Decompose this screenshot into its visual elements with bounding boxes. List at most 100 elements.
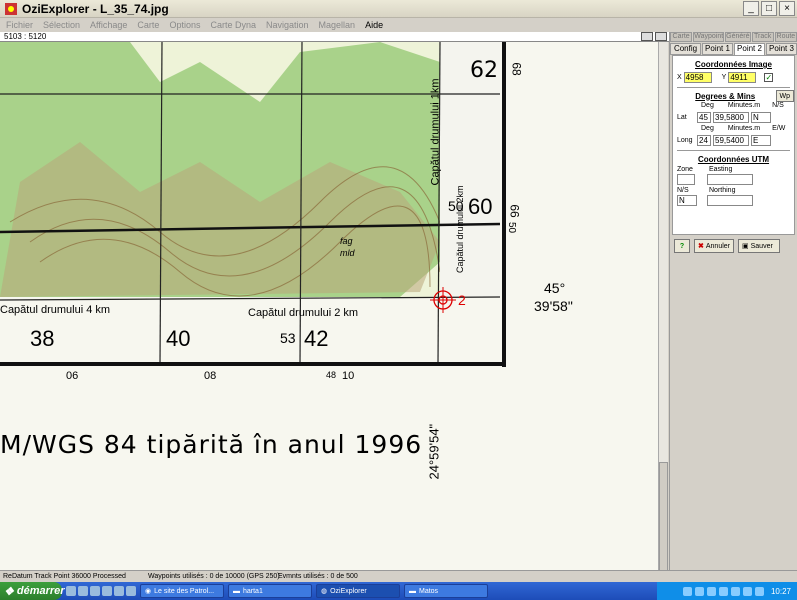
minimize-button[interactable]: _ xyxy=(743,1,759,16)
start-label: démarrer xyxy=(16,585,65,597)
start-button[interactable]: ❖ démarrer xyxy=(0,582,65,600)
toolbar-icon-2[interactable] xyxy=(655,32,667,41)
y-label: Y xyxy=(721,74,727,81)
ns-header: N/S xyxy=(772,102,784,109)
zone-label: Zone xyxy=(677,166,693,173)
task-oziexplorer[interactable]: ◍ OziExplorer xyxy=(316,584,400,598)
map-view[interactable]: 62 68 50 60 50 66 38 40 53 42 06 08 48 1… xyxy=(0,42,668,570)
tray-icon-5[interactable] xyxy=(730,586,740,596)
tray-icon-2[interactable] xyxy=(694,586,704,596)
lat-minutes: 39'58" xyxy=(534,298,573,314)
lat-degrees: 45° xyxy=(544,280,566,296)
task-patrol[interactable]: ◉ Le site des Patrol... xyxy=(140,584,224,598)
grid-label-68: 68 xyxy=(509,62,524,76)
menu-bar: Fichier Sélection Affichage Carte Option… xyxy=(0,18,797,32)
menu-carte[interactable]: Carte xyxy=(137,20,159,30)
quicklaunch-icon-5[interactable] xyxy=(114,586,124,596)
y-field[interactable]: 4911 xyxy=(728,72,757,83)
northing-field[interactable] xyxy=(707,195,753,206)
quicklaunch-icon-6[interactable] xyxy=(126,586,136,596)
tray-icon-1[interactable] xyxy=(682,586,692,596)
tab-track[interactable]: Track xyxy=(751,32,774,42)
task-harta1[interactable]: ▬ harta1 xyxy=(228,584,312,598)
toolbar-icon-1[interactable] xyxy=(641,32,653,41)
tab-point-1[interactable]: Point 1 xyxy=(702,43,733,55)
title-bar: OziExplorer - L_35_74.jpg _ □ × xyxy=(0,0,797,18)
point-tabs: Config Point 1 Point 2 Point 3 xyxy=(670,43,797,55)
grid-label-53: 53 xyxy=(280,330,296,346)
help-button[interactable]: ? xyxy=(674,239,690,253)
zone-field[interactable] xyxy=(677,174,695,185)
tab-carte[interactable]: Carte xyxy=(670,32,693,42)
lat-ns-select[interactable]: N xyxy=(751,112,771,123)
cancel-button[interactable]: ✖ Annuler xyxy=(694,239,734,253)
tab-waypoint[interactable]: Waypoint xyxy=(693,32,725,42)
x-field[interactable]: 4958 xyxy=(683,72,712,83)
lat-deg-field[interactable]: 45 xyxy=(697,112,711,123)
system-tray: 10:27 xyxy=(657,582,797,600)
quick-launch xyxy=(66,586,136,596)
grid-label-48: 48 xyxy=(326,370,337,380)
maximize-button[interactable]: □ xyxy=(761,1,777,16)
tab-point-3[interactable]: Point 3 xyxy=(766,43,797,55)
lat-min-field[interactable]: 39,5800 xyxy=(713,112,749,123)
road-label-4km: Capătul drumului 4 km xyxy=(0,304,111,316)
quicklaunch-icon-2[interactable] xyxy=(78,586,88,596)
road-label-2km-vertical: Capătul drumului 2km xyxy=(455,185,465,273)
task-matos[interactable]: ▬ Matos xyxy=(404,584,488,598)
long-deg-field[interactable]: 24 xyxy=(697,135,711,146)
quicklaunch-icon-1[interactable] xyxy=(66,586,76,596)
grid-label-10: 10 xyxy=(342,370,355,382)
min-header-2: Minutes.m xyxy=(727,125,761,132)
quicklaunch-icon-4[interactable] xyxy=(102,586,112,596)
clock: 10:27 xyxy=(770,586,791,596)
long-min-field[interactable]: 59,5400 xyxy=(713,135,749,146)
grid-label-62: 62 xyxy=(470,58,498,83)
menu-magellan[interactable]: Magellan xyxy=(319,20,356,30)
menu-options[interactable]: Options xyxy=(169,20,200,30)
save-button[interactable]: ▣ Sauver xyxy=(738,239,780,253)
floppy-icon: ▣ xyxy=(742,243,749,250)
save-label: Sauver xyxy=(750,242,773,250)
calibration-marker-label: 2 xyxy=(458,292,466,308)
scrollbar-thumb[interactable] xyxy=(659,462,668,582)
wp-button[interactable]: Wp xyxy=(775,90,794,102)
menu-navigation[interactable]: Navigation xyxy=(266,20,309,30)
deg-header: Deg xyxy=(701,102,714,109)
tab-point-2[interactable]: Point 2 xyxy=(734,43,765,55)
tray-icon-6[interactable] xyxy=(742,586,752,596)
tab-genere[interactable]: Généré xyxy=(725,32,751,42)
vertical-scrollbar[interactable] xyxy=(658,42,668,582)
easting-field[interactable] xyxy=(707,174,753,185)
long-ew-select[interactable]: E xyxy=(751,135,771,146)
lat-label: Lat xyxy=(677,114,687,121)
ns-select[interactable]: N xyxy=(677,195,697,206)
close-button[interactable]: × xyxy=(779,1,795,16)
tab-route[interactable]: Route xyxy=(774,32,797,42)
forest-label-fag: fag xyxy=(340,236,353,246)
tray-icon-3[interactable] xyxy=(706,586,716,596)
x-icon: ✖ xyxy=(698,243,704,250)
folder-icon-2: ▬ xyxy=(409,587,416,595)
menu-aide[interactable]: Aide xyxy=(365,20,383,30)
task-matos-label: Matos xyxy=(419,587,439,595)
taskbar: ❖ démarrer ◉ Le site des Patrol... ▬ harta1… xyxy=(0,582,797,600)
status-left: ReDatum Track Point 36000 Processed xyxy=(3,573,126,580)
image-coords-title: Coordonnées Image xyxy=(695,60,772,69)
point-2-page: Coordonnées Image X 4958 Y 4911 ✓ Degree… xyxy=(672,55,795,235)
menu-carte-dyna[interactable]: Carte Dyna xyxy=(210,20,256,30)
menu-fichier[interactable]: Fichier xyxy=(6,20,33,30)
active-checkbox[interactable]: ✓ xyxy=(764,73,774,82)
tray-icon-4[interactable] xyxy=(718,586,728,596)
tray-icon-7[interactable] xyxy=(754,586,764,596)
browser-icon: ◉ xyxy=(145,588,152,595)
utm-title: Coordonnées UTM xyxy=(697,155,770,164)
ozi-icon: ◍ xyxy=(321,588,328,595)
min-header: Minutes.m xyxy=(727,102,761,109)
quicklaunch-icon-3[interactable] xyxy=(90,586,100,596)
ew-header: E/W xyxy=(772,125,786,132)
menu-affichage[interactable]: Affichage xyxy=(90,20,127,30)
tab-config[interactable]: Config xyxy=(670,43,701,55)
menu-selection[interactable]: Sélection xyxy=(43,20,80,30)
windows-logo-icon: ❖ xyxy=(4,585,14,598)
